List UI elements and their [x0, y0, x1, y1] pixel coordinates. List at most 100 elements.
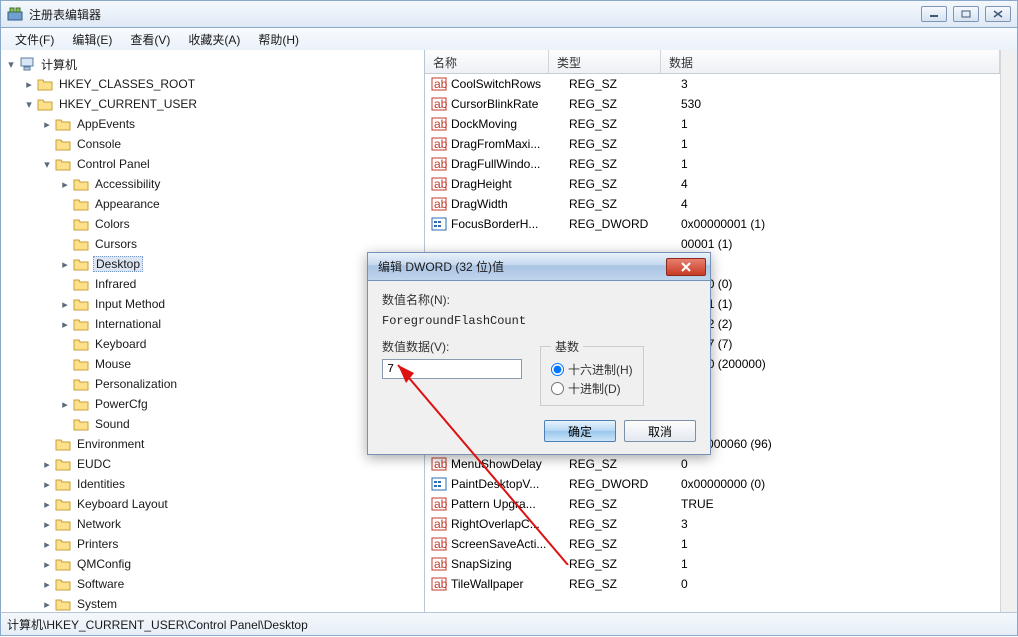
- tree-appevents[interactable]: ▸AppEvents: [1, 114, 424, 134]
- list-row[interactable]: 00001 (1): [425, 234, 1000, 254]
- status-path: 计算机\HKEY_CURRENT_USER\Control Panel\Desk…: [7, 616, 308, 633]
- expander-icon[interactable]: [59, 418, 71, 430]
- value-data-input[interactable]: [382, 359, 522, 379]
- dialog-titlebar[interactable]: 编辑 DWORD (32 位)值: [368, 253, 710, 281]
- radio-hex-input[interactable]: [551, 363, 564, 376]
- menu-favorites[interactable]: 收藏夹(A): [180, 29, 248, 50]
- expander-icon[interactable]: [59, 278, 71, 290]
- list-row[interactable]: abDragHeightREG_SZ4: [425, 174, 1000, 194]
- cancel-button[interactable]: 取消: [624, 420, 696, 442]
- tree-sound[interactable]: Sound: [1, 414, 424, 434]
- expander-icon[interactable]: ▸: [59, 258, 71, 270]
- titlebar: 注册表编辑器: [0, 0, 1018, 28]
- tree-colors[interactable]: Colors: [1, 214, 424, 234]
- expander-icon[interactable]: ▸: [41, 538, 53, 550]
- tree-identities[interactable]: ▸Identities: [1, 474, 424, 494]
- tree-infrared[interactable]: Infrared: [1, 274, 424, 294]
- scrollbar[interactable]: [1000, 50, 1017, 612]
- list-row[interactable]: abMenuShowDelayREG_SZ0: [425, 454, 1000, 474]
- expander-icon[interactable]: ▾: [41, 158, 53, 170]
- tree-mouse[interactable]: Mouse: [1, 354, 424, 374]
- expander-icon[interactable]: ▸: [41, 118, 53, 130]
- expander-icon[interactable]: [59, 338, 71, 350]
- tree-eudc[interactable]: ▸EUDC: [1, 454, 424, 474]
- tree-controlpanel[interactable]: ▾Control Panel: [1, 154, 424, 174]
- list-row[interactable]: abDragFullWindo...REG_SZ1: [425, 154, 1000, 174]
- tree-keyboard[interactable]: Keyboard: [1, 334, 424, 354]
- list-row[interactable]: abScreenSaveActi...REG_SZ1: [425, 534, 1000, 554]
- radio-dec[interactable]: 十进制(D): [551, 380, 633, 397]
- tree-cursors[interactable]: Cursors: [1, 234, 424, 254]
- tree-accessibility[interactable]: ▸Accessibility: [1, 174, 424, 194]
- minimize-button[interactable]: [921, 6, 947, 22]
- tree-personalization[interactable]: Personalization: [1, 374, 424, 394]
- list-row[interactable]: abTileWallpaperREG_SZ0: [425, 574, 1000, 594]
- tree-powercfg[interactable]: ▸PowerCfg: [1, 394, 424, 414]
- tree-software[interactable]: ▸Software: [1, 574, 424, 594]
- list-row[interactable]: PaintDesktopV...REG_DWORD0x00000000 (0): [425, 474, 1000, 494]
- expander-icon[interactable]: ▸: [41, 578, 53, 590]
- list-row[interactable]: abDragFromMaxi...REG_SZ1: [425, 134, 1000, 154]
- radio-hex[interactable]: 十六进制(H): [551, 361, 633, 378]
- list-row[interactable]: FocusBorderH...REG_DWORD0x00000001 (1): [425, 214, 1000, 234]
- expander-icon[interactable]: [59, 378, 71, 390]
- menu-help[interactable]: 帮助(H): [250, 29, 307, 50]
- expander-icon[interactable]: ▾: [5, 58, 17, 70]
- list-row[interactable]: abRightOverlapC...REG_SZ3: [425, 514, 1000, 534]
- expander-icon[interactable]: ▸: [59, 298, 71, 310]
- tree-environment[interactable]: Environment: [1, 434, 424, 454]
- tree-keyboardlayout[interactable]: ▸Keyboard Layout: [1, 494, 424, 514]
- expander-icon[interactable]: [59, 238, 71, 250]
- menu-file[interactable]: 文件(F): [7, 29, 62, 50]
- menu-view[interactable]: 查看(V): [122, 29, 178, 50]
- tree-network[interactable]: ▸Network: [1, 514, 424, 534]
- expander-icon[interactable]: ▸: [41, 598, 53, 610]
- radio-dec-input[interactable]: [551, 382, 564, 395]
- expander-icon[interactable]: ▸: [41, 518, 53, 530]
- expander-icon[interactable]: ▾: [23, 98, 35, 110]
- expander-icon[interactable]: ▸: [59, 398, 71, 410]
- list-row[interactable]: abPattern Upgra...REG_SZTRUE: [425, 494, 1000, 514]
- expander-icon[interactable]: [41, 438, 53, 450]
- expander-icon[interactable]: [59, 218, 71, 230]
- tree-international[interactable]: ▸International: [1, 314, 424, 334]
- ok-button[interactable]: 确定: [544, 420, 616, 442]
- tree-hkcr[interactable]: ▸HKEY_CLASSES_ROOT: [1, 74, 424, 94]
- col-name[interactable]: 名称: [425, 50, 549, 73]
- expander-icon[interactable]: ▸: [41, 458, 53, 470]
- tree-root[interactable]: ▾计算机: [1, 54, 424, 74]
- list-row[interactable]: abSnapSizingREG_SZ1: [425, 554, 1000, 574]
- expander-icon[interactable]: ▸: [59, 318, 71, 330]
- dialog-close-button[interactable]: [666, 258, 706, 276]
- list-row[interactable]: abCoolSwitchRowsREG_SZ3: [425, 74, 1000, 94]
- close-button[interactable]: [985, 6, 1011, 22]
- base-legend: 基数: [551, 338, 583, 355]
- maximize-button[interactable]: [953, 6, 979, 22]
- list-row[interactable]: abDragWidthREG_SZ4: [425, 194, 1000, 214]
- expander-icon[interactable]: ▸: [23, 78, 35, 90]
- svg-text:ab: ab: [434, 457, 447, 471]
- expander-icon[interactable]: ▸: [41, 558, 53, 570]
- tree-printers[interactable]: ▸Printers: [1, 534, 424, 554]
- tree-console[interactable]: Console: [1, 134, 424, 154]
- tree-inputmethod[interactable]: ▸Input Method: [1, 294, 424, 314]
- value-name-field: [382, 312, 694, 330]
- list-row[interactable]: abDockMovingREG_SZ1: [425, 114, 1000, 134]
- col-data[interactable]: 数据: [661, 50, 1000, 73]
- tree-appearance[interactable]: Appearance: [1, 194, 424, 214]
- col-type[interactable]: 类型: [549, 50, 661, 73]
- expander-icon[interactable]: ▸: [59, 178, 71, 190]
- tree-hkcu[interactable]: ▾HKEY_CURRENT_USER: [1, 94, 424, 114]
- svg-text:ab: ab: [434, 177, 447, 191]
- expander-icon[interactable]: [41, 138, 53, 150]
- tree-qmconfig[interactable]: ▸QMConfig: [1, 554, 424, 574]
- tree-system[interactable]: ▸System: [1, 594, 424, 612]
- expander-icon[interactable]: ▸: [41, 498, 53, 510]
- menu-edit[interactable]: 编辑(E): [64, 29, 120, 50]
- tree-desktop[interactable]: ▸Desktop: [1, 254, 424, 274]
- expander-icon[interactable]: [59, 198, 71, 210]
- list-row[interactable]: abCursorBlinkRateREG_SZ530: [425, 94, 1000, 114]
- expander-icon[interactable]: [59, 358, 71, 370]
- window-title: 注册表编辑器: [29, 6, 921, 23]
- expander-icon[interactable]: ▸: [41, 478, 53, 490]
